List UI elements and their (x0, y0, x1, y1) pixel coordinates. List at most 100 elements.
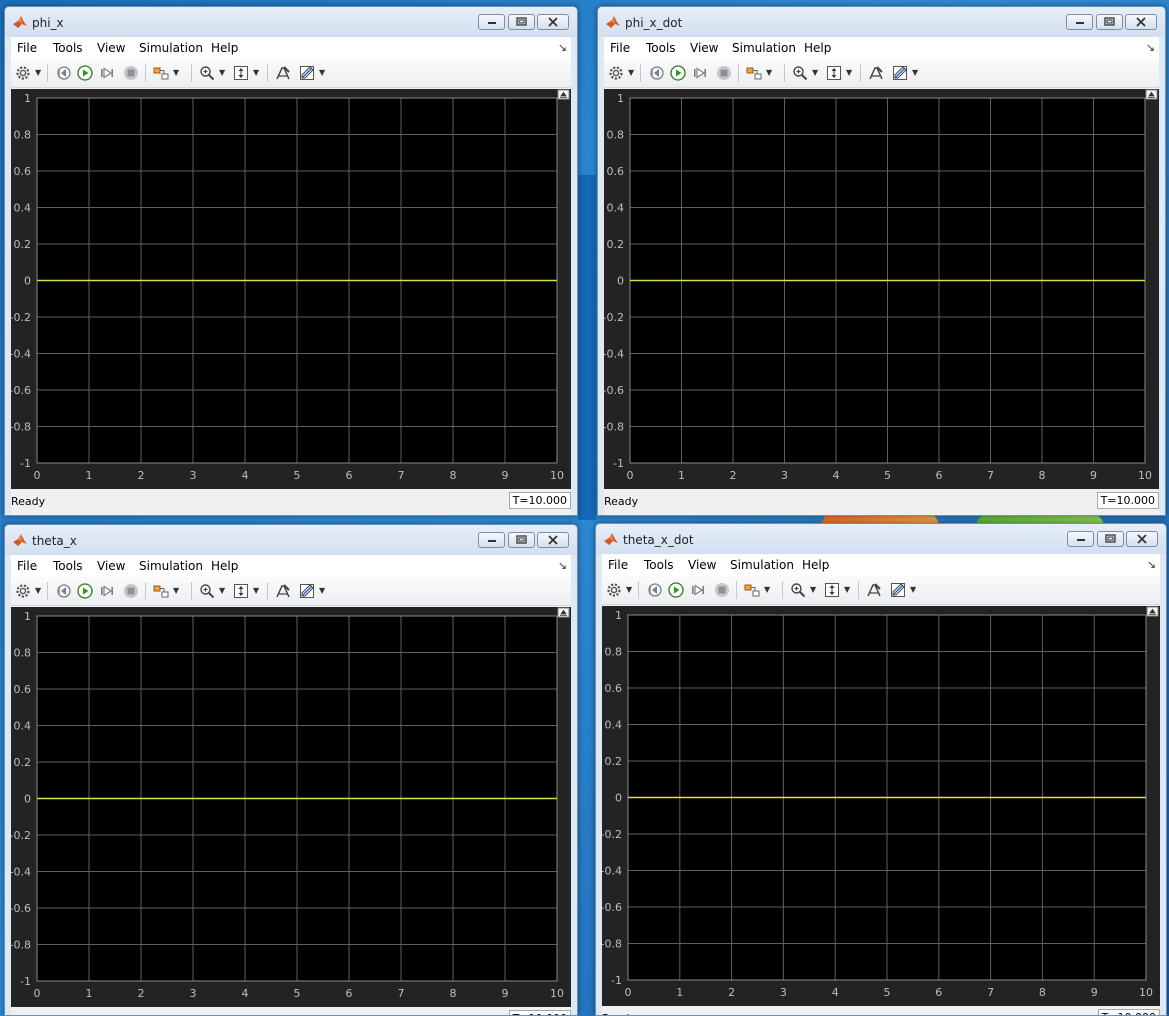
stop-button[interactable] (123, 65, 139, 81)
menu-simulation[interactable]: Simulation (730, 558, 794, 572)
minimize-button[interactable] (478, 532, 505, 548)
stop-button[interactable] (716, 65, 732, 81)
menu-file[interactable]: File (610, 41, 630, 55)
menu-simulation[interactable]: Simulation (139, 559, 203, 573)
measurements-button[interactable] (299, 65, 315, 81)
restore-button[interactable] (1097, 531, 1124, 547)
style-button[interactable] (275, 583, 291, 599)
step-back-button[interactable] (55, 583, 71, 599)
menu-view[interactable]: View (690, 41, 718, 55)
title-bar[interactable]: phi_x_dot (598, 7, 1165, 37)
step-forward-button[interactable] (690, 582, 706, 598)
measurements-button[interactable] (890, 582, 906, 598)
highlight-block-button[interactable] (746, 65, 762, 81)
dropdown-arrow-icon[interactable]: ▼ (626, 582, 632, 598)
undock-button[interactable] (1146, 606, 1159, 617)
style-button[interactable] (275, 65, 291, 81)
settings-button[interactable] (15, 583, 31, 599)
minimize-button[interactable] (1067, 531, 1094, 547)
close-button[interactable] (1125, 14, 1157, 30)
dropdown-arrow-icon[interactable]: ▼ (319, 583, 325, 599)
highlight-block-button[interactable] (153, 583, 169, 599)
zoom-button[interactable] (792, 65, 808, 81)
step-forward-button[interactable] (99, 65, 115, 81)
menu-overflow-icon[interactable]: ↘ (558, 41, 567, 54)
highlight-block-button[interactable] (744, 582, 760, 598)
dropdown-arrow-icon[interactable]: ▼ (628, 65, 634, 81)
menu-tools[interactable]: Tools (644, 558, 674, 572)
run-button[interactable] (668, 582, 684, 598)
step-back-button[interactable] (646, 582, 662, 598)
zoom-button[interactable] (199, 65, 215, 81)
autoscale-button[interactable] (233, 583, 249, 599)
highlight-block-button[interactable] (153, 65, 169, 81)
dropdown-arrow-icon[interactable]: ▼ (35, 583, 41, 599)
dropdown-arrow-icon[interactable]: ▼ (253, 65, 259, 81)
dropdown-arrow-icon[interactable]: ▼ (173, 65, 179, 81)
dropdown-arrow-icon[interactable]: ▼ (219, 583, 225, 599)
menu-view[interactable]: View (97, 559, 125, 573)
step-back-button[interactable] (55, 65, 71, 81)
menu-tools[interactable]: Tools (53, 41, 83, 55)
step-forward-button[interactable] (99, 583, 115, 599)
menu-file[interactable]: File (17, 41, 37, 55)
close-button[interactable] (537, 532, 569, 548)
dropdown-arrow-icon[interactable]: ▼ (810, 582, 816, 598)
undock-button[interactable] (557, 89, 570, 100)
title-bar[interactable]: theta_x (5, 525, 577, 555)
restore-button[interactable] (508, 532, 535, 548)
step-forward-button[interactable] (692, 65, 708, 81)
stop-button[interactable] (714, 582, 730, 598)
style-button[interactable] (868, 65, 884, 81)
minimize-button[interactable] (1066, 14, 1093, 30)
dropdown-arrow-icon[interactable]: ▼ (766, 65, 772, 81)
run-button[interactable] (77, 583, 93, 599)
menu-simulation[interactable]: Simulation (139, 41, 203, 55)
dropdown-arrow-icon[interactable]: ▼ (912, 65, 918, 81)
style-button[interactable] (866, 582, 882, 598)
autoscale-button[interactable] (233, 65, 249, 81)
menu-help[interactable]: Help (211, 41, 238, 55)
menu-file[interactable]: File (608, 558, 628, 572)
menu-tools[interactable]: Tools (53, 559, 83, 573)
settings-button[interactable] (608, 65, 624, 81)
restore-button[interactable] (1096, 14, 1123, 30)
menu-overflow-icon[interactable]: ↘ (558, 559, 567, 572)
dropdown-arrow-icon[interactable]: ▼ (253, 583, 259, 599)
menu-help[interactable]: Help (804, 41, 831, 55)
stop-button[interactable] (123, 583, 139, 599)
undock-button[interactable] (1145, 89, 1158, 100)
close-button[interactable] (1126, 531, 1158, 547)
dropdown-arrow-icon[interactable]: ▼ (764, 582, 770, 598)
dropdown-arrow-icon[interactable]: ▼ (910, 582, 916, 598)
step-back-button[interactable] (648, 65, 664, 81)
settings-button[interactable] (606, 582, 622, 598)
run-button[interactable] (77, 65, 93, 81)
zoom-button[interactable] (199, 583, 215, 599)
menu-tools[interactable]: Tools (646, 41, 676, 55)
close-button[interactable] (537, 14, 569, 30)
undock-button[interactable] (557, 607, 570, 618)
dropdown-arrow-icon[interactable]: ▼ (173, 583, 179, 599)
settings-button[interactable] (15, 65, 31, 81)
menu-view[interactable]: View (688, 558, 716, 572)
menu-help[interactable]: Help (211, 559, 238, 573)
measurements-button[interactable] (299, 583, 315, 599)
dropdown-arrow-icon[interactable]: ▼ (812, 65, 818, 81)
title-bar[interactable]: phi_x (5, 7, 577, 37)
menu-view[interactable]: View (97, 41, 125, 55)
menu-overflow-icon[interactable]: ↘ (1146, 41, 1155, 54)
menu-simulation[interactable]: Simulation (732, 41, 796, 55)
dropdown-arrow-icon[interactable]: ▼ (844, 582, 850, 598)
measurements-button[interactable] (892, 65, 908, 81)
run-button[interactable] (670, 65, 686, 81)
autoscale-button[interactable] (824, 582, 840, 598)
menu-help[interactable]: Help (802, 558, 829, 572)
menu-file[interactable]: File (17, 559, 37, 573)
menu-overflow-icon[interactable]: ↘ (1147, 558, 1156, 571)
minimize-button[interactable] (478, 14, 505, 30)
zoom-button[interactable] (790, 582, 806, 598)
dropdown-arrow-icon[interactable]: ▼ (319, 65, 325, 81)
dropdown-arrow-icon[interactable]: ▼ (846, 65, 852, 81)
dropdown-arrow-icon[interactable]: ▼ (35, 65, 41, 81)
